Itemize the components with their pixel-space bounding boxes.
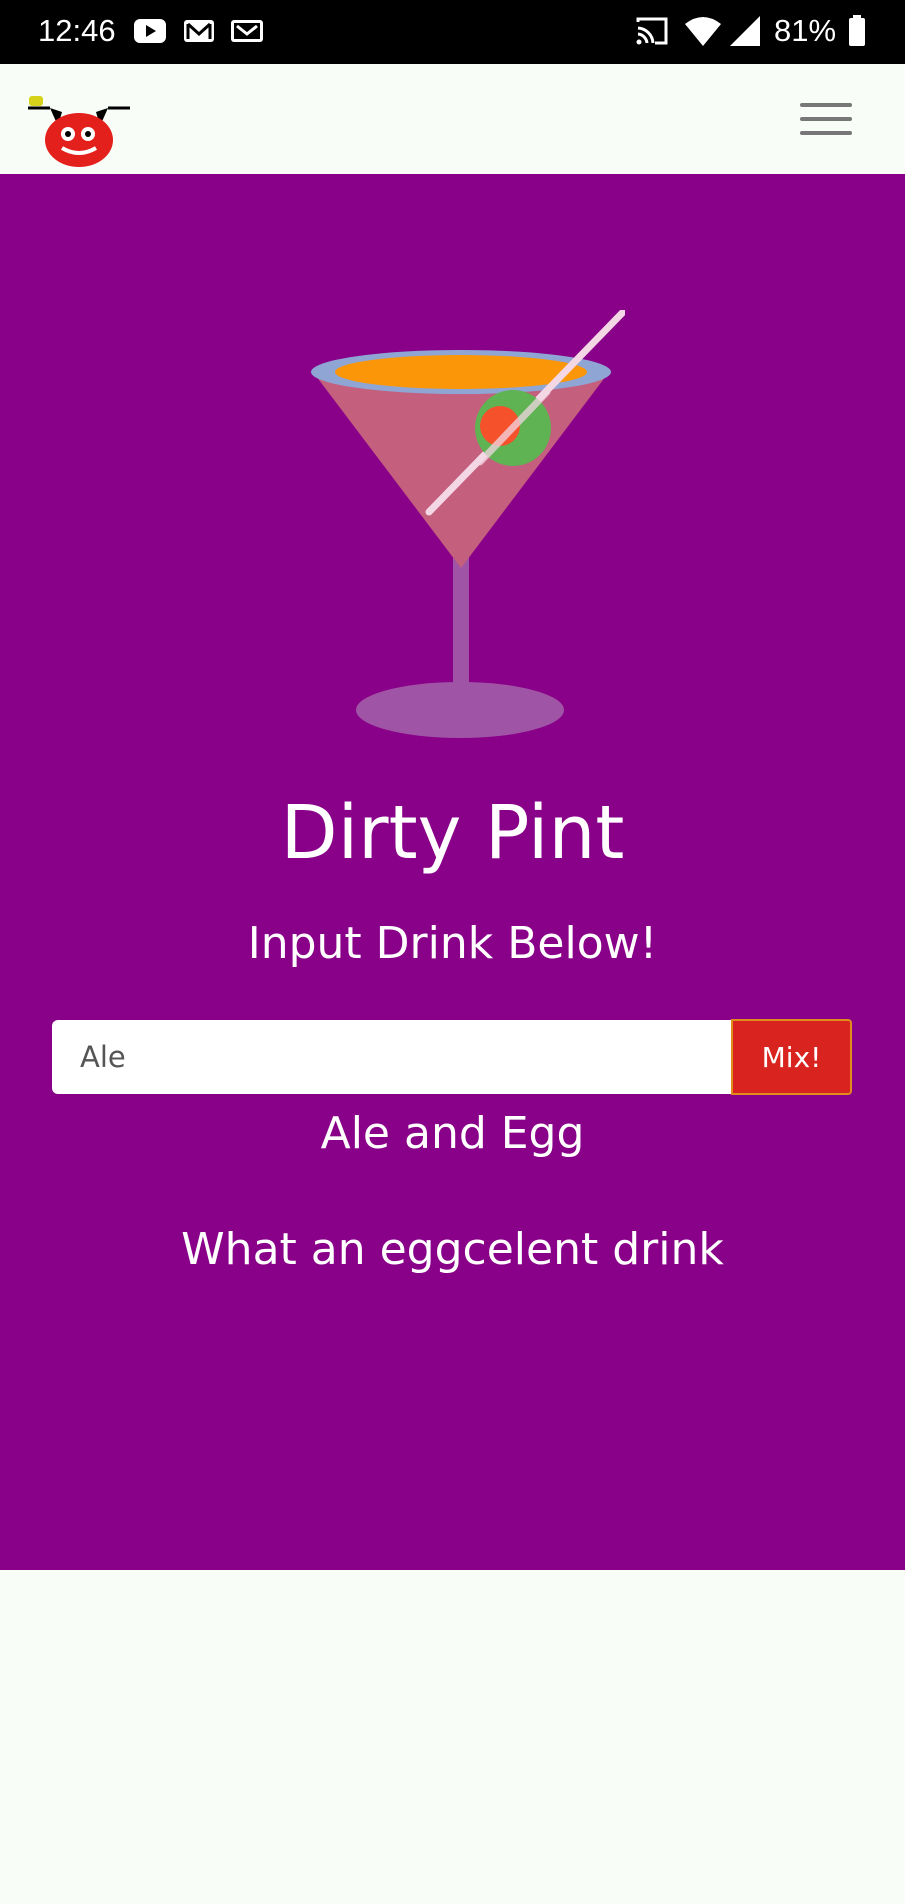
gmail-icon: [231, 20, 263, 42]
result-drink-name: Ale and Egg: [320, 1108, 585, 1159]
navbar: [0, 64, 905, 174]
devil-face-logo-icon[interactable]: [26, 94, 132, 168]
battery-icon: [849, 15, 865, 46]
drink-search-input[interactable]: [52, 1020, 732, 1094]
input-prompt-text: Input Drink Below!: [247, 918, 658, 969]
gmail-icon: [184, 20, 214, 42]
hero-section: Dirty Pint Input Drink Below! Mix! Ale a…: [0, 174, 905, 1570]
cast-icon: [636, 17, 668, 45]
wifi-icon: [685, 17, 721, 46]
cocktail-glass-icon: [311, 310, 625, 738]
battery-percentage: 81%: [774, 13, 837, 48]
hamburger-menu-icon[interactable]: [800, 103, 852, 137]
status-time: 12:46: [38, 13, 116, 48]
status-bar: 12:46 81%: [0, 0, 905, 64]
signal-icon: [730, 16, 760, 46]
page-title: Dirty Pint: [280, 790, 625, 876]
youtube-icon: [134, 19, 166, 43]
result-drink-description: What an eggcelent drink: [181, 1224, 724, 1275]
mix-button[interactable]: Mix!: [731, 1019, 852, 1095]
